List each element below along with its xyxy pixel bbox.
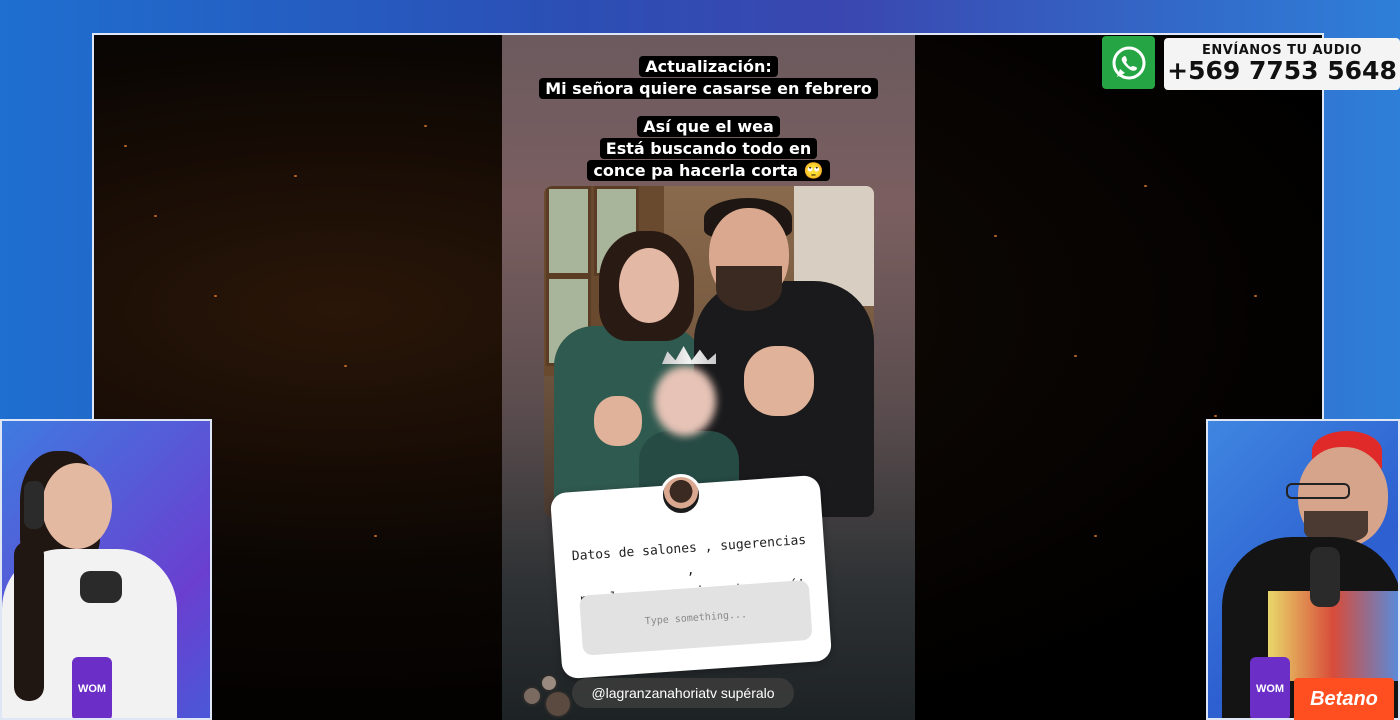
ember-particle: [994, 235, 997, 237]
ember-particle: [1254, 295, 1257, 297]
microphone: [80, 571, 122, 603]
ember-particle: [1214, 415, 1217, 417]
ember-particle: [154, 215, 157, 217]
hand-with-ring: [744, 346, 814, 416]
story-caption-title: Actualización:: [502, 55, 915, 78]
camera-feed-right: WOM: [1206, 419, 1400, 720]
ember-particle: [344, 365, 347, 367]
wom-mic-flag: WOM: [72, 657, 112, 718]
ember-particle: [424, 125, 427, 127]
ember-particle: [1074, 355, 1077, 357]
ember-particle: [124, 145, 127, 147]
story-caption-line1: Así que el wea: [502, 115, 915, 138]
wom-mic-flag: WOM: [1250, 657, 1290, 718]
whatsapp-icon: [1102, 36, 1155, 89]
family-photo: [544, 186, 874, 517]
story-caption-subtitle: Mi señora quiere casarse en febrero: [502, 77, 915, 100]
ember-particle: [1094, 535, 1097, 537]
mention-sticker[interactable]: @lagranzanahoriatv supéralo: [572, 678, 794, 708]
whatsapp-contact-panel: ENVÍANOS TU AUDIO +569 7753 5648: [1164, 38, 1400, 90]
ember-particle: [294, 175, 297, 177]
ember-particle: [214, 295, 217, 297]
story-caption-line2: Está buscando todo en: [502, 137, 915, 160]
camera-feed-left: WOM: [0, 419, 212, 720]
story-caption-line3: conce pa hacerla corta 🙄: [502, 159, 915, 182]
microphone: [1310, 547, 1340, 607]
ember-particle: [1144, 185, 1147, 187]
betano-logo: Betano: [1294, 678, 1394, 720]
hand: [594, 396, 642, 446]
ember-particle: [374, 535, 377, 537]
viewer-avatars[interactable]: [522, 672, 572, 720]
avatar: [660, 474, 702, 516]
whatsapp-number: +569 7753 5648: [1167, 56, 1397, 85]
